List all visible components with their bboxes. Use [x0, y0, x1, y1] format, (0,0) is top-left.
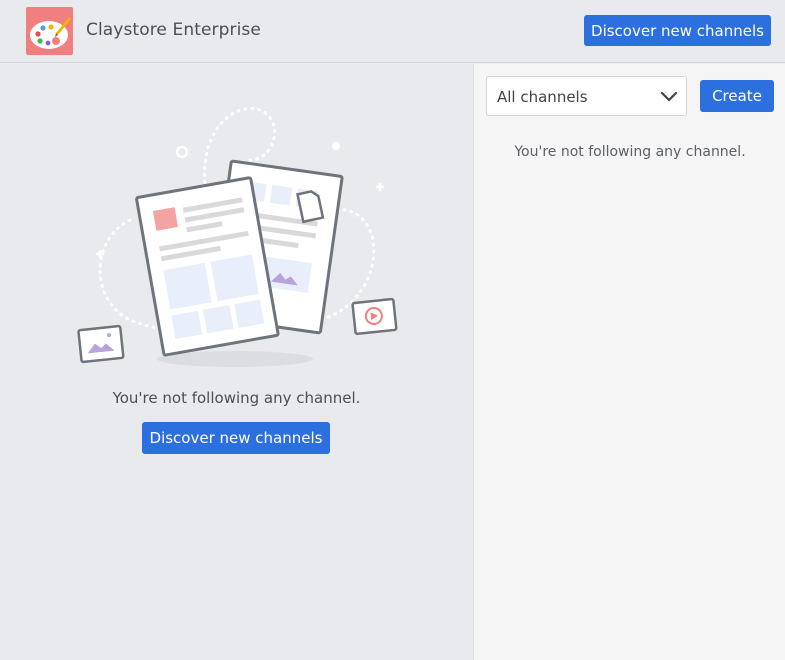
- create-channel-button[interactable]: Create: [700, 80, 774, 112]
- channel-filter-select[interactable]: All channels: [486, 76, 687, 116]
- chevron-down-icon: [660, 91, 678, 102]
- paint-palette-icon: [30, 17, 71, 49]
- main-content: You're not following any channel. Discov…: [0, 64, 473, 660]
- empty-state-message: You're not following any channel.: [112, 389, 361, 407]
- discover-channels-button[interactable]: Discover new channels: [142, 422, 330, 454]
- top-bar: Claystore Enterprise Discover new channe…: [0, 0, 785, 63]
- app-logo[interactable]: [26, 7, 73, 55]
- sidebar-empty-message: You're not following any channel.: [514, 144, 746, 160]
- channel-filter-value: All channels: [497, 88, 588, 106]
- channels-sidebar: All channels Create You're not following…: [473, 64, 785, 660]
- app-window: Claystore Enterprise Discover new channe…: [0, 0, 785, 660]
- documents-illustration: [77, 107, 398, 367]
- discover-channels-button[interactable]: Discover new channels: [584, 15, 771, 46]
- app-title: Claystore Enterprise: [86, 20, 261, 40]
